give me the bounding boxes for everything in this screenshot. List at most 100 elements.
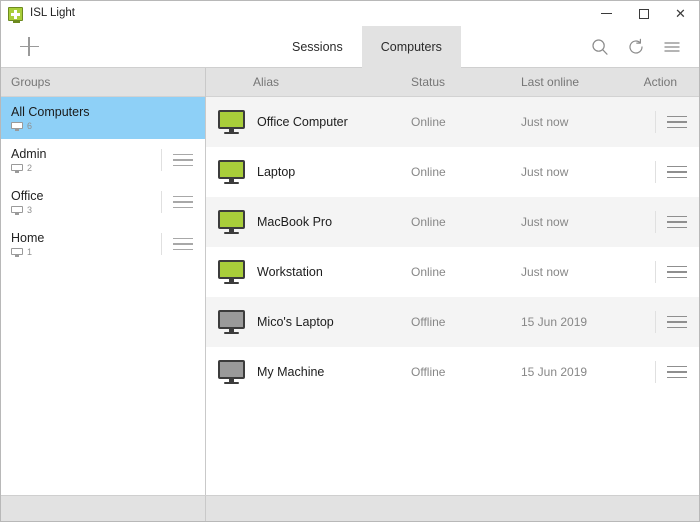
status-bar <box>1 496 699 521</box>
column-header-alias[interactable]: Alias <box>206 75 411 89</box>
sidebar-item-all-computers[interactable]: All Computers 6 <box>1 97 205 139</box>
last-online-label: Just now <box>521 265 569 279</box>
monitor-online-icon <box>218 260 245 284</box>
last-online-label: Just now <box>521 215 569 229</box>
alias-label: Mico's Laptop <box>257 315 334 329</box>
monitor-online-icon <box>218 160 245 184</box>
cell-alias: Office Computer <box>206 110 411 134</box>
monitor-offline-icon <box>218 310 245 334</box>
plus-icon <box>19 37 39 56</box>
cell-action <box>631 247 699 297</box>
row-menu-icon[interactable] <box>667 363 687 381</box>
column-header-last-online[interactable]: Last online <box>521 75 631 89</box>
status-bar-left <box>1 496 206 521</box>
main-body: Groups All Computers 6 Admin 2 Office 3 Home 1 … <box>1 68 699 496</box>
monitor-icon <box>11 205 23 215</box>
table-row[interactable]: MacBook Pro Online Just now <box>206 197 699 247</box>
groups-sidebar: Groups All Computers 6 Admin 2 Office 3 Home 1 <box>1 68 206 495</box>
row-menu-icon[interactable] <box>667 313 687 331</box>
column-header-action: Action <box>643 75 677 89</box>
cell-action <box>631 297 699 347</box>
window-title: ISL Light <box>30 7 75 19</box>
row-menu-icon[interactable] <box>667 163 687 181</box>
sidebar-item-count-value: 6 <box>27 121 33 131</box>
monitor-online-icon <box>218 110 245 134</box>
group-menu-icon[interactable] <box>173 193 193 211</box>
sidebar-item-count: 6 <box>11 121 205 131</box>
refresh-icon <box>629 38 643 54</box>
status-badge: Offline <box>411 365 446 379</box>
search-icon <box>592 39 608 55</box>
cell-action <box>631 347 699 397</box>
divider <box>655 161 656 183</box>
row-menu-icon[interactable] <box>667 263 687 281</box>
row-menu-icon[interactable] <box>667 113 687 131</box>
group-menu-icon[interactable] <box>173 151 193 169</box>
sidebar-item-office[interactable]: Office 3 <box>1 181 205 223</box>
monitor-icon <box>11 163 23 173</box>
toolbar-actions <box>583 26 689 68</box>
cell-alias: Mico's Laptop <box>206 310 411 334</box>
cell-alias: Workstation <box>206 260 411 284</box>
column-header-status[interactable]: Status <box>411 75 521 89</box>
minimize-button[interactable] <box>588 1 625 26</box>
divider <box>655 311 656 333</box>
tab-bar: Sessions Computers <box>273 26 461 68</box>
status-badge: Online <box>411 215 446 229</box>
maximize-button[interactable] <box>625 1 662 26</box>
sidebar-item-count-value: 1 <box>27 247 33 257</box>
group-menu-icon[interactable] <box>173 235 193 253</box>
last-online-label: Just now <box>521 165 569 179</box>
cell-action <box>631 97 699 147</box>
alias-label: MacBook Pro <box>257 215 333 229</box>
divider <box>655 111 656 133</box>
add-button[interactable] <box>1 26 57 67</box>
close-icon: ✕ <box>675 6 686 21</box>
last-online-label: 15 Jun 2019 <box>521 365 588 379</box>
status-badge: Online <box>411 165 446 179</box>
table-header: Alias Status Last online Action <box>206 68 699 97</box>
row-menu-icon[interactable] <box>667 213 687 231</box>
cell-alias: My Machine <box>206 360 411 384</box>
monitor-offline-icon <box>218 360 245 384</box>
last-online-label: 15 Jun 2019 <box>521 315 588 329</box>
monitor-icon <box>11 121 23 131</box>
tab-computers[interactable]: Computers <box>361 26 461 68</box>
groups-header: Groups <box>1 68 205 97</box>
close-button[interactable]: ✕ <box>662 1 699 26</box>
menu-button[interactable] <box>655 30 689 64</box>
minimize-icon <box>601 13 612 14</box>
monitor-icon <box>11 247 23 257</box>
menu-icon <box>664 42 680 52</box>
groups-header-label: Groups <box>11 75 51 89</box>
table-row[interactable]: My Machine Offline 15 Jun 2019 <box>206 347 699 397</box>
monitor-online-icon <box>218 210 245 234</box>
table-row[interactable]: Office Computer Online Just now <box>206 97 699 147</box>
cell-action <box>631 197 699 247</box>
divider <box>655 361 656 383</box>
divider <box>161 191 162 213</box>
tab-sessions[interactable]: Sessions <box>273 26 362 68</box>
refresh-button[interactable] <box>619 30 653 64</box>
tab-computers-label: Computers <box>380 40 442 54</box>
sidebar-item-home[interactable]: Home 1 <box>1 223 205 265</box>
computers-table-body: Office Computer Online Just now Laptop Onlin… <box>206 97 699 495</box>
cell-alias: MacBook Pro <box>206 210 411 234</box>
computers-panel: Alias Status Last online Action Office C… <box>206 68 699 495</box>
divider <box>161 233 162 255</box>
status-bar-right <box>206 496 699 521</box>
sidebar-item-label: All Computers <box>11 105 90 119</box>
cell-alias: Laptop <box>206 160 411 184</box>
search-button[interactable] <box>583 30 617 64</box>
alias-label: My Machine <box>257 365 325 379</box>
table-row[interactable]: Laptop Online Just now <box>206 147 699 197</box>
table-row[interactable]: Workstation Online Just now <box>206 247 699 297</box>
sidebar-item-count-value: 3 <box>27 205 33 215</box>
sidebar-item-count-value: 2 <box>27 163 33 173</box>
sidebar-item-admin[interactable]: Admin 2 <box>1 139 205 181</box>
groups-list: All Computers 6 Admin 2 Office 3 Home 1 <box>1 97 205 495</box>
divider <box>161 149 162 171</box>
table-row[interactable]: Mico's Laptop Offline 15 Jun 2019 <box>206 297 699 347</box>
tab-sessions-label: Sessions <box>292 40 343 54</box>
main-toolbar: Sessions Computers <box>1 26 699 68</box>
